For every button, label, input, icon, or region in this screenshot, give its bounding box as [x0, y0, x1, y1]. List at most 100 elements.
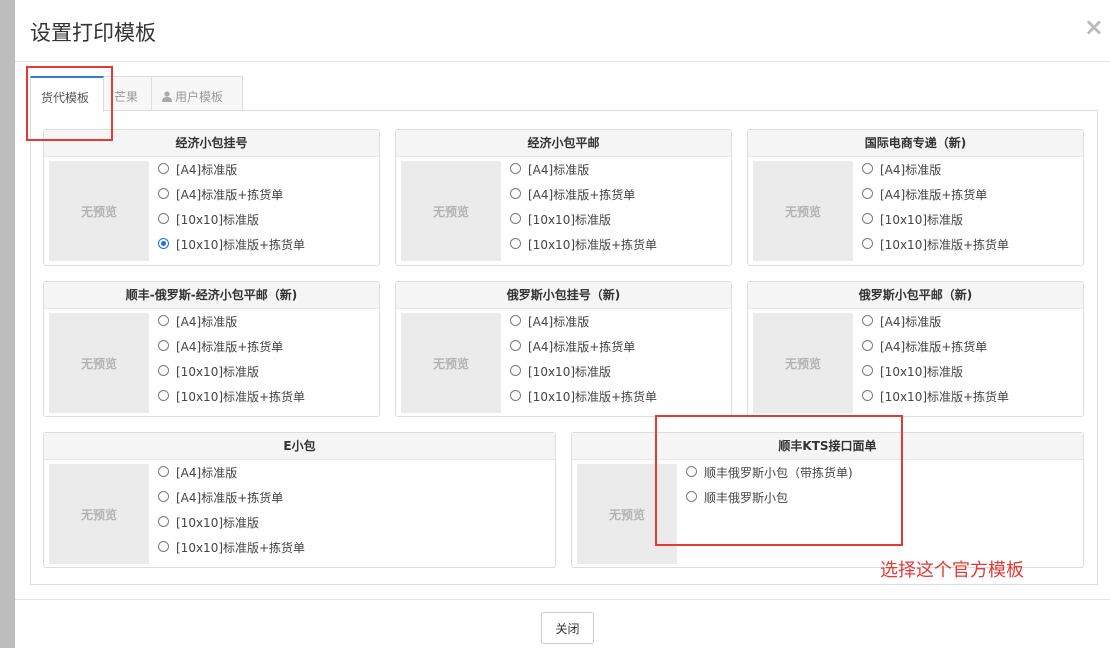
radio-button[interactable]: [158, 213, 169, 224]
radio-button[interactable]: [510, 365, 521, 376]
preview-placeholder: 无预览: [401, 161, 501, 261]
radio-button[interactable]: [510, 188, 521, 199]
tab-user-templates[interactable]: 用户模板: [151, 76, 243, 111]
template-option[interactable]: 顺丰俄罗斯小包（带拣货单): [686, 465, 853, 490]
modal-footer: 关闭: [15, 599, 1110, 648]
radio-button[interactable]: [510, 163, 521, 174]
option-label: [10x10]标准版+拣货单: [528, 390, 658, 404]
tab-label: 货代模板: [41, 91, 90, 105]
radio-button[interactable]: [510, 340, 521, 351]
radio-button[interactable]: [862, 340, 873, 351]
tab-mango[interactable]: 芒果: [103, 76, 152, 111]
option-label: [A4]标准版: [880, 315, 942, 329]
option-label: [A4]标准版+拣货单: [528, 188, 636, 202]
template-option[interactable]: [10x10]标准版: [158, 364, 305, 389]
template-option[interactable]: [A4]标准版+拣货单: [510, 187, 657, 212]
template-panel: 国际电商专递（新) 无预览 [A4]标准版 [A4]标准版+拣货单 [10x10]标准版…: [747, 129, 1084, 266]
annotation-text: 选择这个官方模板: [880, 560, 1024, 581]
tab-label: 芒果: [114, 90, 139, 104]
modal-title: 设置打印模板: [30, 21, 156, 45]
panel-title: 国际电商专递（新): [748, 130, 1083, 157]
template-option[interactable]: [A4]标准版+拣货单: [158, 187, 305, 212]
radio-button[interactable]: [158, 516, 169, 527]
radio-button[interactable]: [158, 238, 169, 249]
radio-button[interactable]: [862, 390, 873, 401]
template-options: [A4]标准版 [A4]标准版+拣货单 [10x10]标准版 [10x10]标准版+拣…: [158, 314, 305, 414]
option-label: [10x10]标准版+拣货单: [880, 238, 1010, 252]
template-option[interactable]: [10x10]标准版: [510, 212, 657, 237]
panel-title: 经济小包平邮: [396, 130, 731, 157]
radio-button[interactable]: [158, 466, 169, 477]
close-button[interactable]: 关闭: [541, 612, 594, 644]
radio-button[interactable]: [862, 213, 873, 224]
template-option[interactable]: [10x10]标准版: [158, 515, 305, 540]
template-option[interactable]: [10x10]标准版: [862, 364, 1009, 389]
radio-button[interactable]: [158, 315, 169, 326]
panel-title: 顺丰-俄罗斯-经济小包平邮（新): [44, 282, 379, 309]
panel-title: 顺丰KTS接口面单: [572, 433, 1083, 460]
radio-button[interactable]: [862, 238, 873, 249]
template-option[interactable]: [10x10]标准版+拣货单: [510, 389, 657, 414]
option-label: [A4]标准版: [528, 315, 590, 329]
radio-button[interactable]: [686, 466, 697, 477]
radio-button[interactable]: [510, 315, 521, 326]
template-option[interactable]: [10x10]标准版+拣货单: [158, 540, 305, 565]
template-option[interactable]: [10x10]标准版+拣货单: [158, 237, 305, 262]
radio-button[interactable]: [510, 390, 521, 401]
template-option[interactable]: [A4]标准版+拣货单: [862, 187, 1009, 212]
radio-button[interactable]: [158, 365, 169, 376]
template-option[interactable]: [10x10]标准版+拣货单: [862, 237, 1009, 262]
radio-button[interactable]: [510, 213, 521, 224]
template-option[interactable]: [10x10]标准版+拣货单: [158, 389, 305, 414]
option-label: [A4]标准版+拣货单: [176, 188, 284, 202]
radio-button[interactable]: [510, 238, 521, 249]
option-label: [A4]标准版+拣货单: [176, 340, 284, 354]
panel-title: E小包: [44, 433, 555, 460]
radio-button[interactable]: [158, 541, 169, 552]
template-option[interactable]: [10x10]标准版+拣货单: [862, 389, 1009, 414]
template-option[interactable]: [10x10]标准版: [510, 364, 657, 389]
template-option[interactable]: [10x10]标准版: [862, 212, 1009, 237]
preview-placeholder: 无预览: [49, 313, 149, 413]
template-option[interactable]: [A4]标准版: [158, 314, 305, 339]
radio-button[interactable]: [158, 390, 169, 401]
template-option[interactable]: [A4]标准版+拣货单: [158, 339, 305, 364]
template-option[interactable]: [10x10]标准版: [158, 212, 305, 237]
panel-title: 俄罗斯小包挂号（新): [396, 282, 731, 309]
radio-button[interactable]: [862, 163, 873, 174]
template-option[interactable]: [A4]标准版: [862, 162, 1009, 187]
page-backdrop: [0, 0, 15, 648]
radio-button[interactable]: [158, 340, 169, 351]
radio-button[interactable]: [158, 163, 169, 174]
radio-button[interactable]: [862, 365, 873, 376]
option-label: [10x10]标准版: [176, 365, 260, 379]
template-option[interactable]: [A4]标准版: [862, 314, 1009, 339]
close-icon[interactable]: ×: [1084, 13, 1104, 41]
template-options: [A4]标准版 [A4]标准版+拣货单 [10x10]标准版 [10x10]标准版+拣…: [158, 465, 305, 565]
option-label: [A4]标准版+拣货单: [176, 491, 284, 505]
option-label: [10x10]标准版+拣货单: [528, 238, 658, 252]
template-option[interactable]: [A4]标准版+拣货单: [158, 490, 305, 515]
radio-button[interactable]: [862, 315, 873, 326]
template-option[interactable]: [A4]标准版: [510, 162, 657, 187]
template-option[interactable]: [10x10]标准版+拣货单: [510, 237, 657, 262]
option-label: 顺丰俄罗斯小包（带拣货单): [704, 466, 853, 480]
template-option[interactable]: [A4]标准版+拣货单: [510, 339, 657, 364]
template-option[interactable]: [A4]标准版: [510, 314, 657, 339]
option-label: [10x10]标准版: [528, 213, 612, 227]
option-label: [10x10]标准版: [880, 213, 964, 227]
template-option[interactable]: [A4]标准版+拣货单: [862, 339, 1009, 364]
radio-button[interactable]: [862, 188, 873, 199]
panel-title: 俄罗斯小包平邮（新): [748, 282, 1083, 309]
option-label: [10x10]标准版: [176, 213, 260, 227]
tab-forwarder-templates[interactable]: 货代模板: [30, 76, 104, 112]
template-option[interactable]: [A4]标准版: [158, 465, 305, 490]
radio-button[interactable]: [158, 188, 169, 199]
radio-button[interactable]: [158, 491, 169, 502]
preview-placeholder: 无预览: [577, 464, 677, 564]
radio-button[interactable]: [686, 491, 697, 502]
template-option[interactable]: [A4]标准版: [158, 162, 305, 187]
option-label: [A4]标准版+拣货单: [880, 340, 988, 354]
template-options: [A4]标准版 [A4]标准版+拣货单 [10x10]标准版 [10x10]标准版+拣…: [158, 162, 305, 262]
template-option[interactable]: 顺丰俄罗斯小包: [686, 490, 853, 515]
